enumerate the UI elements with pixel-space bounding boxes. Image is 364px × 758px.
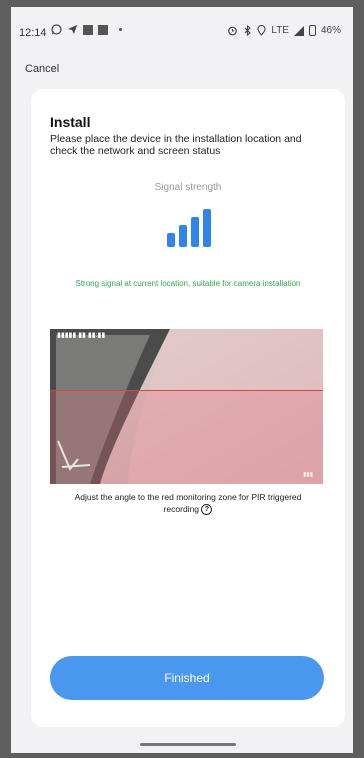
- notification-icons: [51, 24, 122, 35]
- angle-tip: Adjust the angle to the red monitoring z…: [59, 491, 317, 516]
- cancel-button[interactable]: Cancel: [25, 63, 59, 75]
- signal-strength-icon: [167, 207, 213, 247]
- install-card: Install Please place the device in the i…: [31, 89, 345, 727]
- battery-level: 46%: [320, 25, 341, 36]
- bluetooth-icon: [244, 25, 252, 36]
- signal-strength-label: Signal strength: [154, 182, 222, 193]
- status-bar: 12:14 LTE 46%: [11, 7, 353, 47]
- system-icons: LTE 46%: [227, 25, 341, 36]
- finished-button[interactable]: Finished: [50, 656, 324, 700]
- install-description: Please place the device in the installat…: [50, 133, 302, 157]
- alarm-icon: [228, 26, 238, 36]
- signal-bar: [191, 217, 199, 247]
- home-indicator[interactable]: [140, 743, 236, 746]
- network-type-label: LTE: [271, 25, 289, 36]
- signal-bar: [203, 209, 211, 247]
- app-notification-icon: [83, 24, 93, 35]
- help-icon[interactable]: ?: [201, 504, 213, 516]
- app-notification-icon: [98, 24, 108, 35]
- battery-icon: [308, 25, 316, 36]
- location-icon: [257, 25, 266, 36]
- status-time: 12:14: [19, 27, 47, 39]
- signal-status-text: Strong signal at current location, suita…: [75, 279, 301, 288]
- pir-zone-line: [50, 390, 323, 391]
- camera-feed-image: [50, 329, 323, 484]
- camera-label-overlay: ▮▮▮: [303, 472, 313, 478]
- phone-screen: 12:14 LTE 46% Cancel Install Please plac…: [11, 7, 353, 753]
- page-title: Install: [50, 114, 91, 130]
- angle-tip-text: Adjust the angle to the red monitoring z…: [74, 492, 302, 514]
- whatsapp-icon: [51, 24, 62, 35]
- camera-preview: ▮▮▮▮▮ ▮▮ ▮▮:▮▮ ▮▮▮: [50, 329, 323, 484]
- signal-bar: [167, 233, 175, 247]
- cell-signal-icon: [293, 25, 304, 36]
- more-notifications-icon: [119, 28, 122, 31]
- camera-timestamp-overlay: ▮▮▮▮▮ ▮▮ ▮▮:▮▮: [57, 332, 106, 339]
- signal-bar: [179, 225, 187, 247]
- telegram-icon: [68, 25, 77, 34]
